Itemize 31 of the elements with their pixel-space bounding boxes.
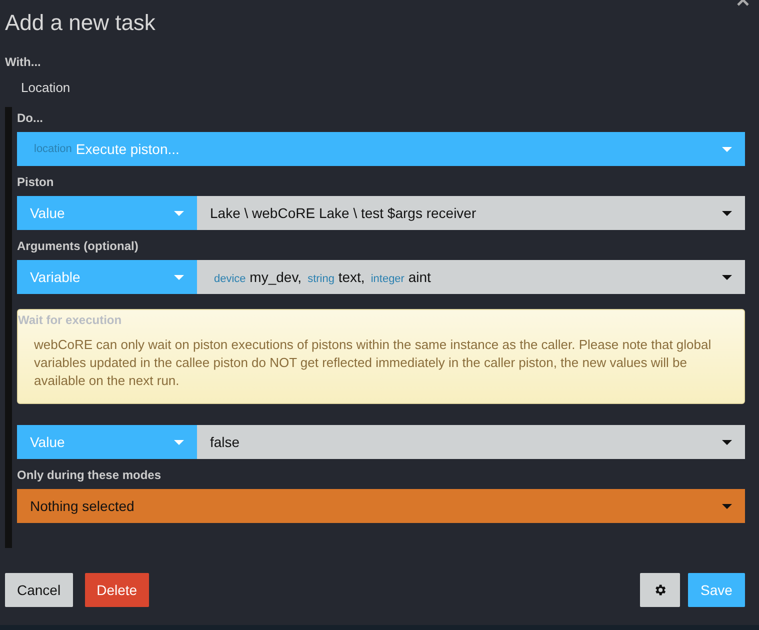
arguments-select[interactable]: device my_dev, string text, integer aint — [197, 260, 745, 294]
caret-icon — [174, 440, 184, 445]
caret-icon — [722, 440, 732, 445]
dialog-title: Add a new task — [5, 10, 156, 36]
caret-icon — [174, 275, 184, 280]
piston-select[interactable]: Lake \ webCoRE Lake \ test $args receiver — [197, 196, 745, 230]
settings-button[interactable] — [640, 573, 680, 607]
delete-button[interactable]: Delete — [84, 573, 150, 607]
mode-select[interactable]: Value — [17, 425, 197, 459]
save-button[interactable]: Save — [688, 573, 745, 607]
section-label: Arguments (optional) — [17, 239, 140, 254]
section-label: Do... — [17, 111, 44, 126]
close-button[interactable] — [737, 0, 749, 7]
cancel-button[interactable]: Cancel — [5, 573, 73, 607]
modes-select[interactable]: Nothing selected — [17, 489, 745, 523]
mode-select[interactable]: Variable — [17, 260, 197, 294]
warning-text: webCoRE can only wait on piston executions of pistons within the same instance as the caller. Please note that global variables updated in the callee piston do NOT get reflected immediately in the caller piston, the new values will be available on the next run. — [34, 336, 712, 390]
section-label: Wait for execution — [18, 313, 122, 327]
settings-icon — [653, 583, 667, 597]
section-label: Piston — [17, 175, 55, 190]
subject-text: Location — [21, 80, 72, 95]
section-label: Only during these modes — [17, 468, 162, 483]
caret-icon — [722, 275, 732, 280]
caret-icon — [722, 211, 732, 216]
command-select[interactable]: location Execute piston... — [17, 132, 745, 166]
boolean-select[interactable]: false — [197, 425, 745, 459]
caret-icon — [722, 504, 732, 509]
caret-icon — [722, 147, 732, 152]
section-label: With... — [5, 55, 42, 70]
caret-icon — [174, 211, 184, 216]
mode-select[interactable]: Value — [17, 196, 197, 230]
